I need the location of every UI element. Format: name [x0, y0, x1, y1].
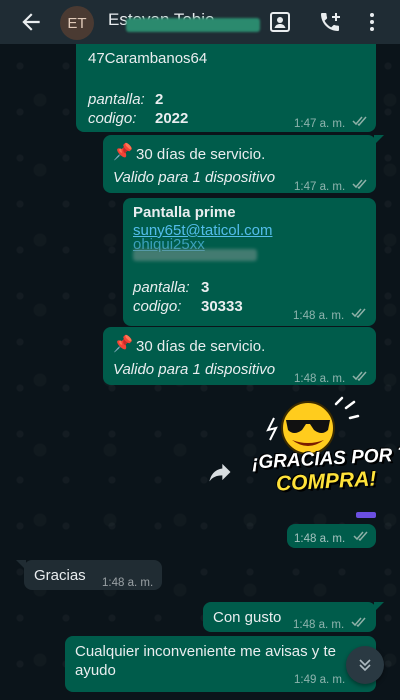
message-line: ayudo [75, 662, 116, 679]
back-arrow-icon[interactable] [18, 9, 44, 35]
message-time: 1:47 a. m. [294, 181, 346, 193]
message-line: Cualquier inconveniente me avisas y te [75, 643, 336, 660]
pantalla-label: pantalla: [133, 279, 190, 296]
message-line: Valido para 1 dispositivo [113, 169, 276, 186]
message-time: 1:48 a. m. [294, 533, 346, 545]
message-line: 30 días de servicio. [136, 146, 266, 163]
message-line: 30 días de servicio. [136, 338, 266, 355]
message-bubble-outgoing[interactable]: 📌 30 días de servicio. Valido para 1 dis… [103, 327, 376, 385]
pantalla-label: pantalla: [88, 91, 145, 108]
message-time: 1:48 a. m. [293, 619, 345, 631]
gracias-sticker[interactable]: ¡GRACIAS POR TU COMPRA! [250, 396, 400, 518]
codigo-label: codigo: [133, 298, 182, 315]
pantalla-value: 2 [155, 91, 164, 108]
message-time: 1:47 a. m. [294, 118, 346, 130]
read-ticks-icon [352, 116, 367, 126]
message-bubble-incoming[interactable]: Gracias 1:48 a. m. [16, 560, 162, 590]
codigo-value: 2022 [155, 110, 189, 127]
read-ticks-icon [352, 179, 367, 189]
message-text: Con gusto [213, 609, 282, 626]
read-ticks-icon [352, 371, 367, 381]
forward-icon[interactable] [206, 458, 238, 490]
message-bubble-outgoing[interactable]: 47Carambanos64 pantalla: 2 codigo: 2022 … [76, 30, 376, 132]
message-time: 1:48 a. m. [294, 373, 346, 385]
codigo-label: codigo: [88, 110, 137, 127]
read-ticks-icon [351, 617, 366, 627]
message-text: Gracias [34, 567, 86, 584]
read-ticks-icon [351, 308, 366, 318]
message-bubble-outgoing[interactable]: 📌 30 días de servicio. Valido para 1 dis… [103, 135, 384, 193]
message-line: Valido para 1 dispositivo [113, 361, 276, 378]
message-bubble-outgoing[interactable]: Pantalla prime suny65t@taticol.com ohiqu… [123, 198, 376, 326]
more-vertical-icon[interactable] [360, 10, 384, 34]
chat-header: ET Estevan Tobio [0, 0, 400, 44]
scroll-to-bottom-button[interactable] [346, 646, 384, 684]
pushpin-icon: 📌 [113, 336, 133, 353]
double-chevron-down-icon [359, 659, 371, 672]
name-redaction [126, 18, 260, 32]
pantalla-value: 3 [201, 279, 210, 296]
message-time: 1:48 a. m. [102, 577, 154, 589]
avatar[interactable]: ET [60, 6, 94, 40]
sticker-watermark [356, 512, 376, 518]
read-ticks-icon [353, 531, 368, 541]
add-call-icon[interactable] [318, 10, 342, 34]
message-time: 1:48 a. m. [293, 310, 345, 322]
sticker-time-pill: 1:48 a. m. [287, 524, 376, 548]
redaction-bar [133, 249, 257, 261]
pushpin-icon: 📌 [113, 144, 133, 161]
bubble-tail [16, 560, 26, 570]
bubble-tail [374, 135, 384, 145]
message-bubble-outgoing[interactable]: Con gusto 1:48 a. m. [203, 602, 384, 632]
codigo-value: 30333 [201, 298, 243, 315]
message-time: 1:49 a. m. [294, 674, 346, 686]
bubble-tail [374, 602, 384, 612]
message-bubble-outgoing[interactable]: Cualquier inconveniente me avisas y te a… [65, 636, 376, 692]
contact-card-icon[interactable] [268, 10, 292, 34]
message-line: 47Carambanos64 [88, 50, 208, 67]
